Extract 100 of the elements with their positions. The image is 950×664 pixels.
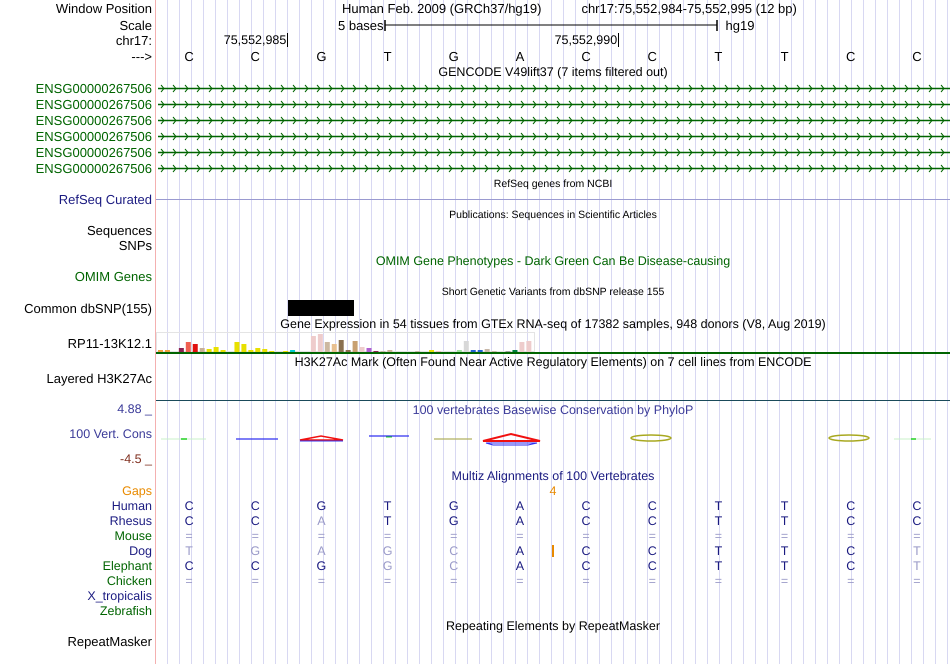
aligned-base: C — [580, 498, 592, 512]
position-text: chr17:75,552,984-75,552,995 (12 bp) — [581, 1, 797, 16]
scale-text: 5 bases — [338, 18, 384, 32]
aligned-base: T — [184, 544, 194, 558]
aligned-base: C — [845, 558, 856, 572]
aligned-base: A — [514, 544, 526, 558]
aligned-base: C — [646, 514, 658, 528]
track-label: OMIM Genes — [74, 269, 152, 284]
track-label: Scale — [119, 18, 152, 32]
aligned-base: T — [780, 558, 790, 572]
gene-label: ENSG00000267506 — [36, 80, 152, 96]
base-letter: T — [780, 48, 790, 64]
track-title: 100 vertebrates Basewise Conservation by PhyloP — [412, 403, 694, 418]
aligned-base: = — [250, 574, 260, 588]
species-label: Rhesus — [110, 514, 152, 528]
species-label: Chicken — [106, 574, 152, 588]
aligned-base: G — [382, 544, 394, 558]
track-label: RepeatMasker — [67, 634, 152, 649]
position-tick-label: 75,552,990 — [553, 33, 620, 47]
aligned-base: C — [250, 514, 261, 528]
aligned-base: = — [184, 574, 194, 588]
aligned-base: = — [316, 574, 326, 588]
base-letter: C — [911, 48, 923, 64]
track-title: OMIM Gene Phenotypes - Dark Green Can Be Disease-causing — [376, 254, 730, 268]
aligned-base: T — [912, 544, 922, 558]
gene-label: RP11-13K12.1 — [68, 336, 152, 350]
aligned-base: = — [912, 528, 922, 542]
aligned-base: = — [382, 528, 392, 542]
aligned-base: = — [382, 574, 392, 588]
aligned-base: G — [316, 558, 328, 572]
track-label: Layered H3K27Ac — [46, 371, 152, 386]
aligned-base: = — [648, 574, 657, 588]
aligned-base: = — [912, 574, 922, 588]
aligned-base: T — [780, 498, 790, 512]
gene-label: ENSG00000267506 — [36, 96, 152, 112]
aligned-base: C — [448, 558, 460, 572]
aligned-base: G — [249, 544, 262, 558]
aligned-base: = — [449, 574, 458, 588]
aligned-base: T — [382, 498, 392, 512]
track-title: RefSeq genes from NCBI — [494, 178, 612, 190]
aligned-base: C — [184, 514, 195, 528]
base-letter: C — [646, 48, 658, 64]
aligned-base: = — [780, 574, 790, 588]
aligned-base: A — [514, 498, 526, 512]
aligned-base: T — [382, 514, 392, 528]
aligned-base: C — [448, 544, 460, 558]
aligned-base: C — [580, 514, 592, 528]
species-label: Human — [112, 498, 152, 512]
strand-label: ---> — [131, 48, 152, 64]
species-label: Mouse — [114, 528, 152, 542]
aligned-base: = — [581, 574, 591, 588]
species-label: Zebrafish — [100, 604, 152, 618]
base-letter: C — [845, 48, 856, 64]
track-label: Common dbSNP(155) — [24, 300, 152, 316]
aligned-base: = — [515, 574, 525, 588]
track-label: Window Position — [56, 1, 152, 16]
gene-label: ENSG00000267506 — [36, 144, 152, 160]
aligned-base: C — [646, 498, 658, 512]
aligned-base: C — [184, 558, 195, 572]
aligned-base: C — [845, 498, 856, 512]
aligned-base: = — [581, 528, 591, 542]
aligned-base: G — [382, 558, 394, 572]
aligned-base: C — [250, 558, 261, 572]
track-title: Multiz Alignments of 100 Vertebrates — [452, 468, 654, 484]
track-label: chr17: — [116, 33, 152, 48]
base-letter: G — [315, 48, 328, 64]
species-label: X_tropicalis — [87, 588, 152, 602]
assembly-name: Human Feb. 2009 (GRCh37/hg19) — [342, 1, 542, 16]
track-label: RefSeq Curated — [58, 192, 152, 207]
aligned-base: = — [714, 528, 724, 542]
aligned-base: = — [846, 528, 856, 542]
aligned-base: = — [184, 528, 194, 542]
track-title: H3K27Ac Mark (Often Found Near Active Regulatory Elements) on 7 cell lines from ENCODE — [294, 354, 812, 370]
aligned-base: = — [515, 528, 525, 542]
base-letter: T — [713, 48, 724, 64]
aligned-base: G — [316, 498, 328, 512]
aligned-base: C — [250, 498, 261, 512]
track-title: Publications: Sequences in Scientific Articles — [449, 208, 657, 222]
track-title: Short Genetic Variants from dbSNP release 155 — [442, 286, 664, 298]
aligned-base: = — [648, 528, 657, 542]
position-tick-label: 75,552,985 — [222, 33, 288, 47]
aligned-base: = — [846, 574, 856, 588]
aligned-base: C — [184, 498, 195, 512]
base-letter: C — [183, 48, 195, 64]
aligned-base: = — [449, 528, 458, 542]
base-letter: C — [250, 48, 261, 64]
aligned-base: C — [845, 514, 856, 528]
aligned-base: T — [714, 558, 724, 572]
axis-max-label: 4.88 _ — [117, 402, 152, 416]
aligned-base: C — [911, 514, 922, 528]
aligned-base: A — [316, 514, 327, 528]
track-label: 100 Vert. Cons — [69, 427, 152, 441]
aligned-base: G — [448, 514, 460, 528]
aligned-base: C — [580, 544, 592, 558]
aligned-base: T — [780, 544, 790, 558]
aligned-base: = — [714, 574, 724, 588]
aligned-base: C — [646, 544, 658, 558]
aligned-base: A — [514, 558, 526, 572]
aligned-base: = — [780, 528, 790, 542]
aligned-base: C — [580, 558, 592, 572]
